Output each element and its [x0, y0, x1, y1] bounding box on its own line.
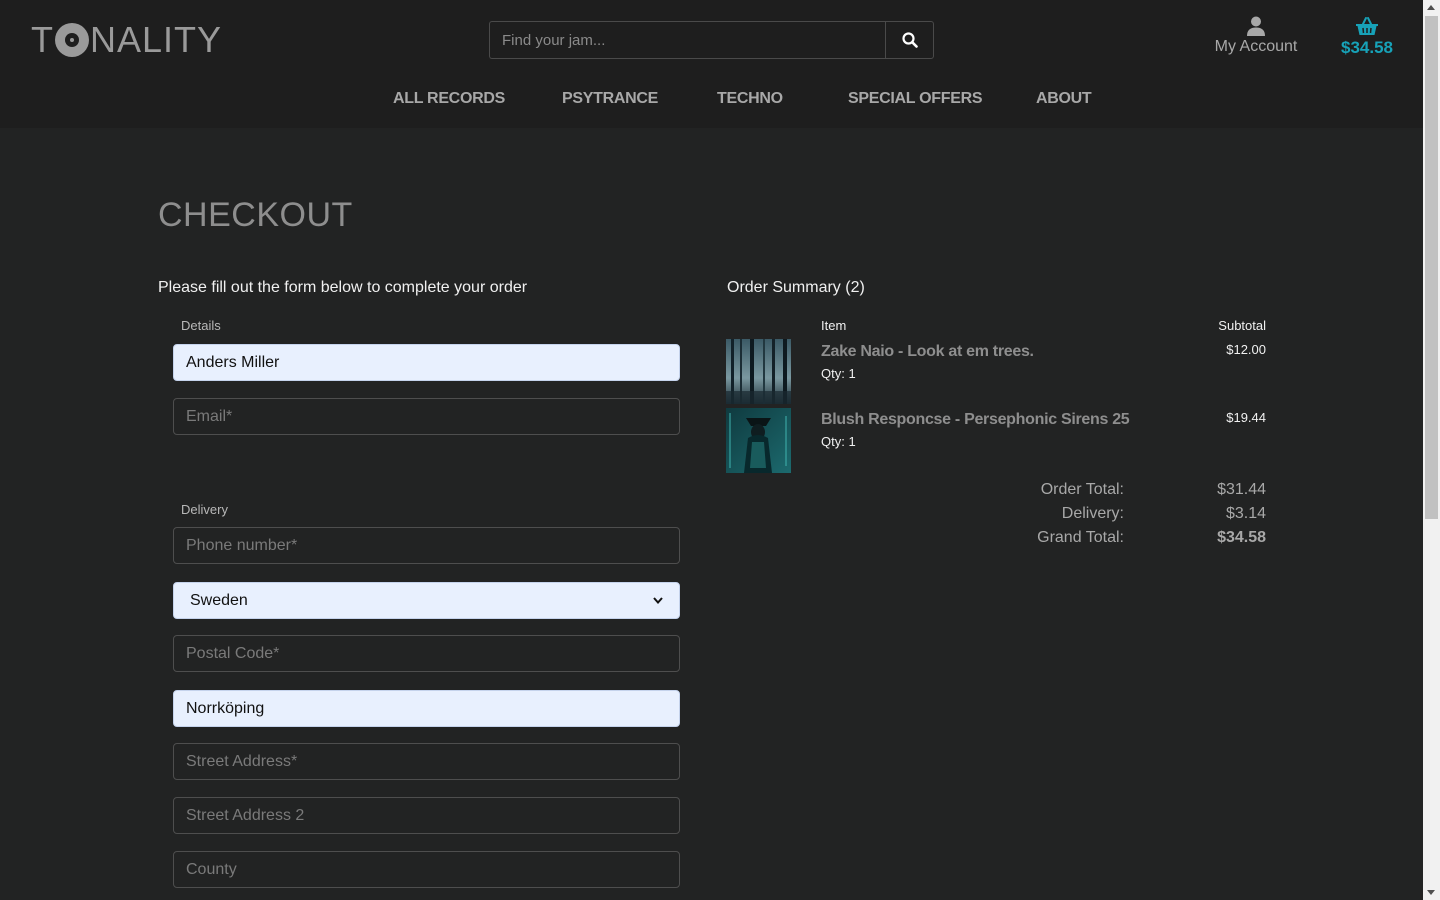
item-qty: Qty: 1 — [821, 434, 856, 449]
my-account-label: My Account — [1214, 38, 1298, 55]
item-qty: Qty: 1 — [821, 366, 856, 381]
scroll-down-arrow-icon[interactable] — [1427, 890, 1435, 895]
site-header: TNALITY My Account $34.58 ALL RECORDS PS — [0, 0, 1423, 128]
town-field[interactable] — [173, 690, 680, 727]
county-field[interactable] — [173, 851, 680, 888]
search-button[interactable] — [885, 21, 934, 59]
scroll-up-arrow-icon[interactable] — [1427, 5, 1435, 10]
grand-total-label: Grand Total: — [1037, 529, 1124, 546]
details-label: Details — [181, 318, 221, 333]
nav-about[interactable]: ABOUT — [1036, 90, 1092, 108]
nav-psytrance[interactable]: PSYTRANCE — [562, 90, 658, 108]
item-column-header: Item — [821, 318, 847, 333]
cart-total: $34.58 — [1341, 38, 1393, 57]
album-cover-image — [726, 408, 791, 473]
phone-field[interactable] — [173, 527, 680, 564]
form-intro: Please fill out the form below to comple… — [158, 279, 528, 296]
country-select[interactable]: Sweden — [173, 582, 680, 619]
search-icon — [901, 32, 918, 48]
search-bar — [489, 21, 934, 59]
order-summary-title: Order Summary (2) — [727, 279, 865, 296]
item-price: $19.44 — [1226, 410, 1266, 425]
shopping-basket-icon — [1356, 17, 1378, 35]
grand-total-value: $34.58 — [1217, 529, 1266, 546]
logo-suffix: NALITY — [90, 19, 223, 60]
page-scrollbar[interactable] — [1423, 0, 1440, 900]
item-name[interactable]: Zake Naio - Look at em trees. — [821, 343, 1034, 361]
delivery-label: Delivery — [181, 502, 228, 517]
nav-techno[interactable]: TECHNO — [717, 90, 783, 108]
delivery-cost-value: $3.14 — [1225, 505, 1266, 522]
item-name[interactable]: Blush Responcse - Persephonic Sirens 25 — [821, 411, 1130, 429]
delivery-cost-label: Delivery: — [1061, 505, 1124, 522]
item-price: $12.00 — [1226, 342, 1266, 357]
scrollbar-thumb[interactable] — [1425, 16, 1438, 519]
nav-all-records[interactable]: ALL RECORDS — [393, 90, 505, 108]
full-name-field[interactable] — [173, 344, 680, 381]
postal-code-field[interactable] — [173, 635, 680, 672]
vinyl-record-icon — [55, 23, 89, 57]
page-title: CHECKOUT — [158, 196, 353, 234]
street-address-field[interactable] — [173, 743, 680, 780]
site-logo[interactable]: T NALITY — [31, 19, 223, 60]
subtotal-column-header: Subtotal — [1218, 318, 1266, 333]
user-icon — [1247, 16, 1265, 36]
street-address-2-field[interactable] — [173, 797, 680, 834]
main-nav: ALL RECORDS PSYTRANCE TECHNO SPECIAL OFF… — [0, 90, 1423, 112]
album-cover-image — [726, 339, 791, 404]
nav-special-offers[interactable]: SPECIAL OFFERS — [848, 90, 983, 108]
chevron-down-icon — [653, 597, 663, 604]
cart-link[interactable]: $34.58 — [1335, 16, 1399, 58]
my-account-link[interactable]: My Account — [1206, 16, 1306, 56]
order-total-value: $31.44 — [1217, 481, 1266, 498]
country-value: Sweden — [190, 591, 248, 609]
logo-prefix: T — [31, 19, 54, 60]
email-field[interactable] — [173, 398, 680, 435]
order-total-label: Order Total: — [1040, 481, 1124, 498]
search-input[interactable] — [489, 21, 885, 59]
